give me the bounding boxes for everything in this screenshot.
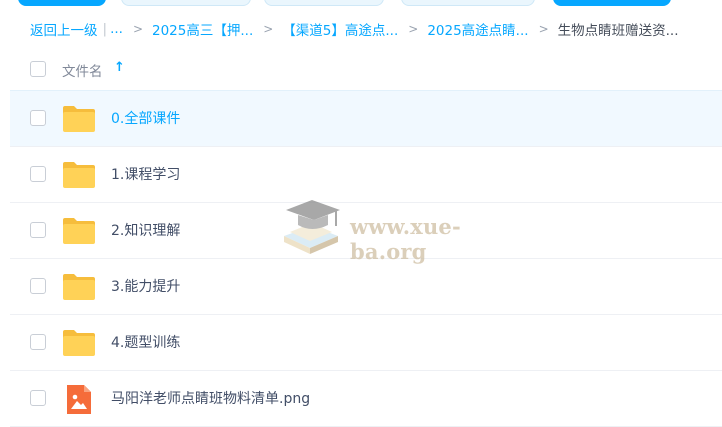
toolbar-button[interactable] [264,0,384,6]
breadcrumb-item[interactable]: 【渠道5】高途点... [282,19,398,39]
file-row[interactable]: 0.全部课件 [10,90,722,147]
file-row[interactable]: 1.课程学习 [10,147,722,203]
file-name[interactable]: 1.课程学习 [111,164,180,184]
folder-icon [63,274,95,300]
breadcrumb: 返回上一级 | ... > 2025高三【押... > 【渠道5】高途点... … [30,18,679,40]
row-checkbox[interactable] [30,390,46,406]
file-name[interactable]: 马阳洋老师点睛班物料清单.png [111,388,310,408]
breadcrumb-item[interactable]: 2025高途点睛... [427,19,528,39]
file-name[interactable]: 3.能力提升 [111,276,180,296]
row-checkbox[interactable] [30,278,46,294]
breadcrumb-pipe: | [102,21,108,37]
image-file-icon [67,385,91,414]
file-name[interactable]: 4.题型训练 [111,332,180,352]
breadcrumb-current: 生物点睛班赠送资... [557,23,679,39]
file-row[interactable]: 2.知识理解 [10,203,722,259]
row-checkbox[interactable] [30,166,46,182]
toolbar-button-primary[interactable] [18,0,106,6]
chevron-right-icon: > [408,22,419,36]
toolbar-strip [0,0,722,6]
toolbar-button[interactable] [121,0,251,6]
filename-column-header[interactable]: 文件名 [62,60,103,80]
folder-icon [63,106,95,132]
breadcrumb-ellipsis[interactable]: ... [110,21,123,37]
file-list: 0.全部课件 1.课程学习 2.知识理解 3.能力提升 4.题型训练 马阳洋老师… [10,90,722,427]
toolbar-button[interactable] [401,0,535,6]
folder-icon [63,218,95,244]
row-checkbox[interactable] [30,222,46,238]
chevron-right-icon: > [538,22,549,36]
chevron-right-icon: > [132,22,143,36]
breadcrumb-item[interactable]: 2025高三【押... [152,19,253,39]
file-row[interactable]: 3.能力提升 [10,259,722,315]
toolbar-button-primary[interactable] [553,0,671,6]
select-all-checkbox[interactable] [30,61,46,77]
back-link[interactable]: 返回上一级 [30,19,98,39]
file-row[interactable]: 马阳洋老师点睛班物料清单.png [10,371,722,427]
arrow-up-icon[interactable]: ↑ [114,60,125,75]
file-name[interactable]: 2.知识理解 [111,220,180,240]
row-checkbox[interactable] [30,334,46,350]
file-name[interactable]: 0.全部课件 [111,108,180,128]
row-checkbox[interactable] [30,110,46,126]
folder-icon [63,162,95,188]
file-row[interactable]: 4.题型训练 [10,315,722,371]
chevron-right-icon: > [263,22,274,36]
file-list-header: 文件名 ↑ [10,54,722,86]
folder-icon [63,330,95,356]
